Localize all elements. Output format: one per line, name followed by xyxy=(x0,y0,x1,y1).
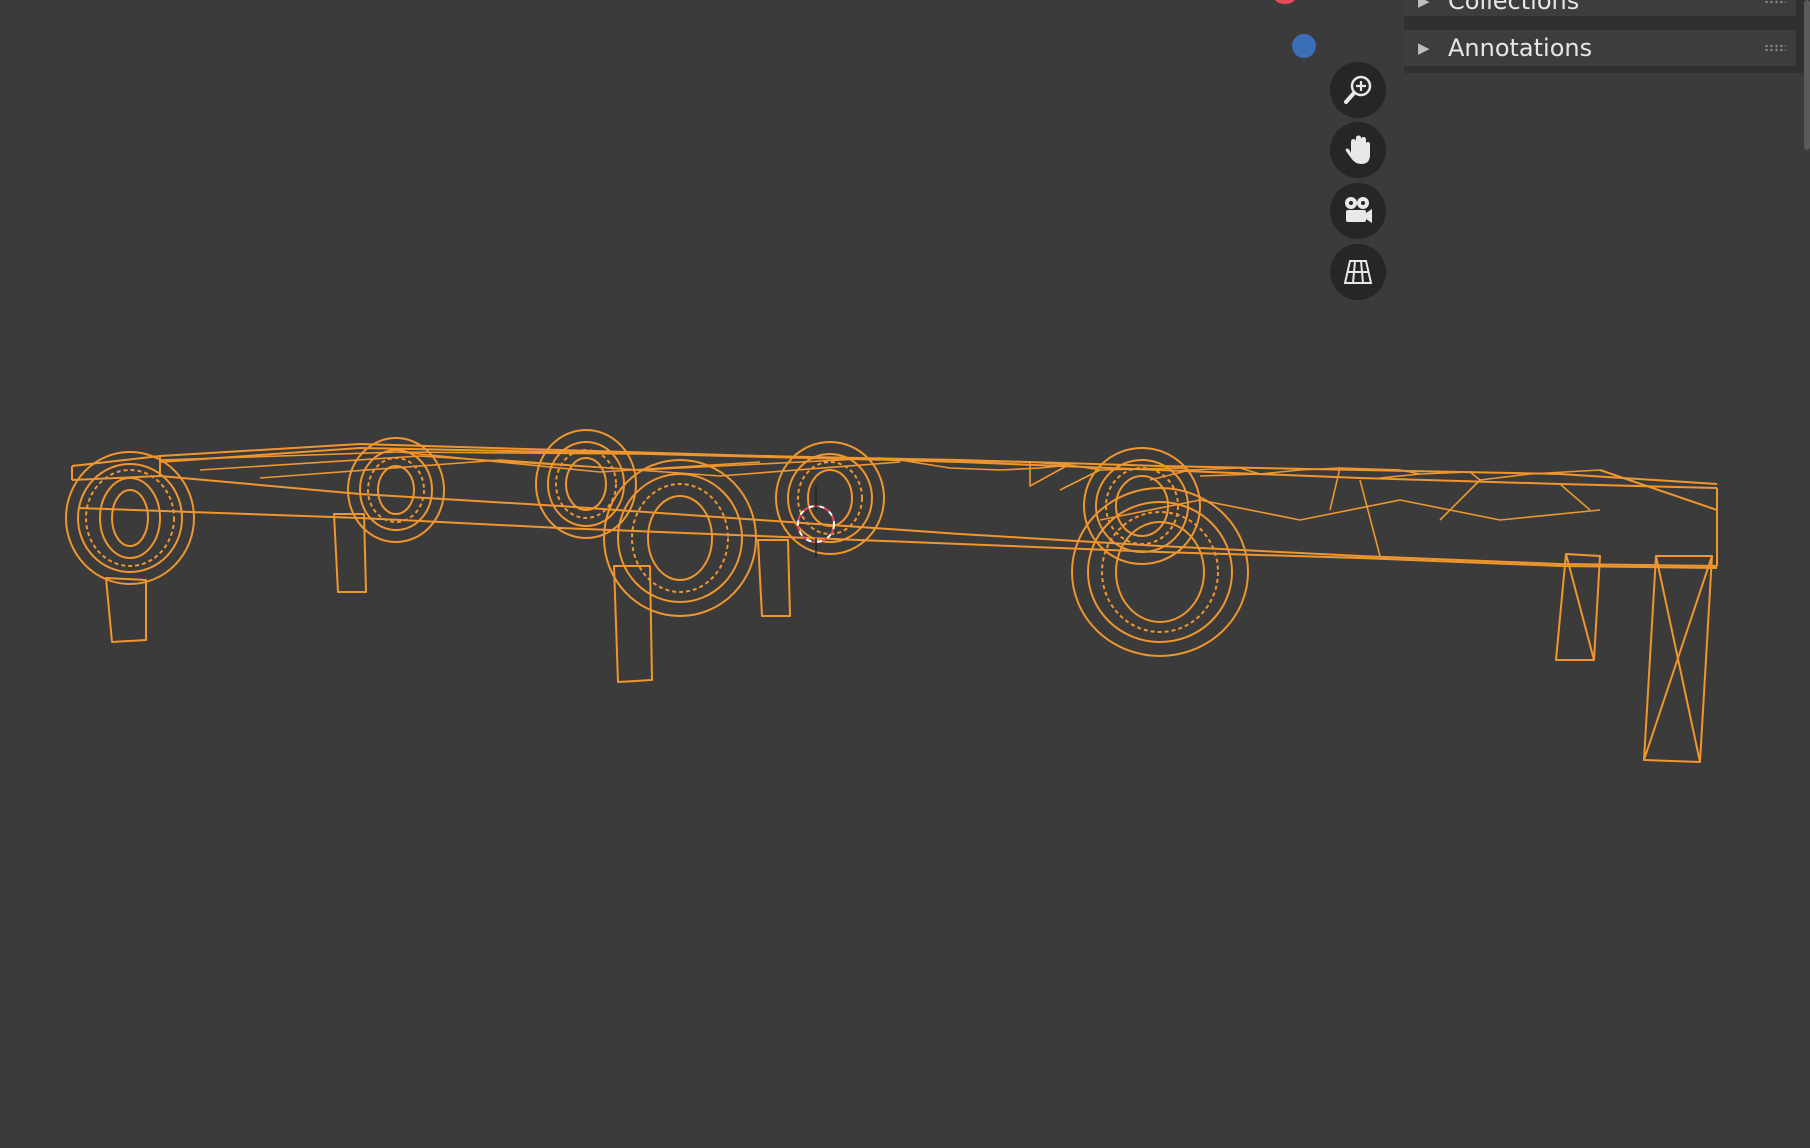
pan-button[interactable] xyxy=(1330,122,1386,178)
sidebar-scrollbar[interactable] xyxy=(1804,0,1810,150)
camera-icon xyxy=(1345,197,1372,223)
annotations-panel-header[interactable]: ▶ Annotations xyxy=(1404,30,1796,66)
drag-grip-icon[interactable] xyxy=(1764,0,1786,4)
wireframe-scene xyxy=(65,429,1718,763)
3d-viewport[interactable] xyxy=(0,0,1810,1148)
zoom-button[interactable] xyxy=(1330,62,1386,118)
zoom-in-icon xyxy=(1344,75,1372,104)
frame-legs xyxy=(105,513,1713,763)
hand-icon xyxy=(1345,135,1370,164)
perspective-toggle-button[interactable] xyxy=(1330,244,1386,300)
grid-icon xyxy=(1343,260,1373,284)
expand-arrow-icon: ▶ xyxy=(1418,39,1430,57)
collections-label: Collections xyxy=(1448,0,1580,15)
sidebar-panel: ▶ Collections ▶ Annotations xyxy=(1404,0,1810,150)
expand-arrow-icon: ▶ xyxy=(1418,0,1430,10)
collections-panel-header[interactable]: ▶ Collections xyxy=(1404,0,1796,16)
annotations-label: Annotations xyxy=(1448,34,1593,62)
camera-view-button[interactable] xyxy=(1330,183,1386,239)
y-axis-gizmo-dot[interactable] xyxy=(1292,34,1316,58)
drag-grip-icon[interactable] xyxy=(1764,44,1786,52)
